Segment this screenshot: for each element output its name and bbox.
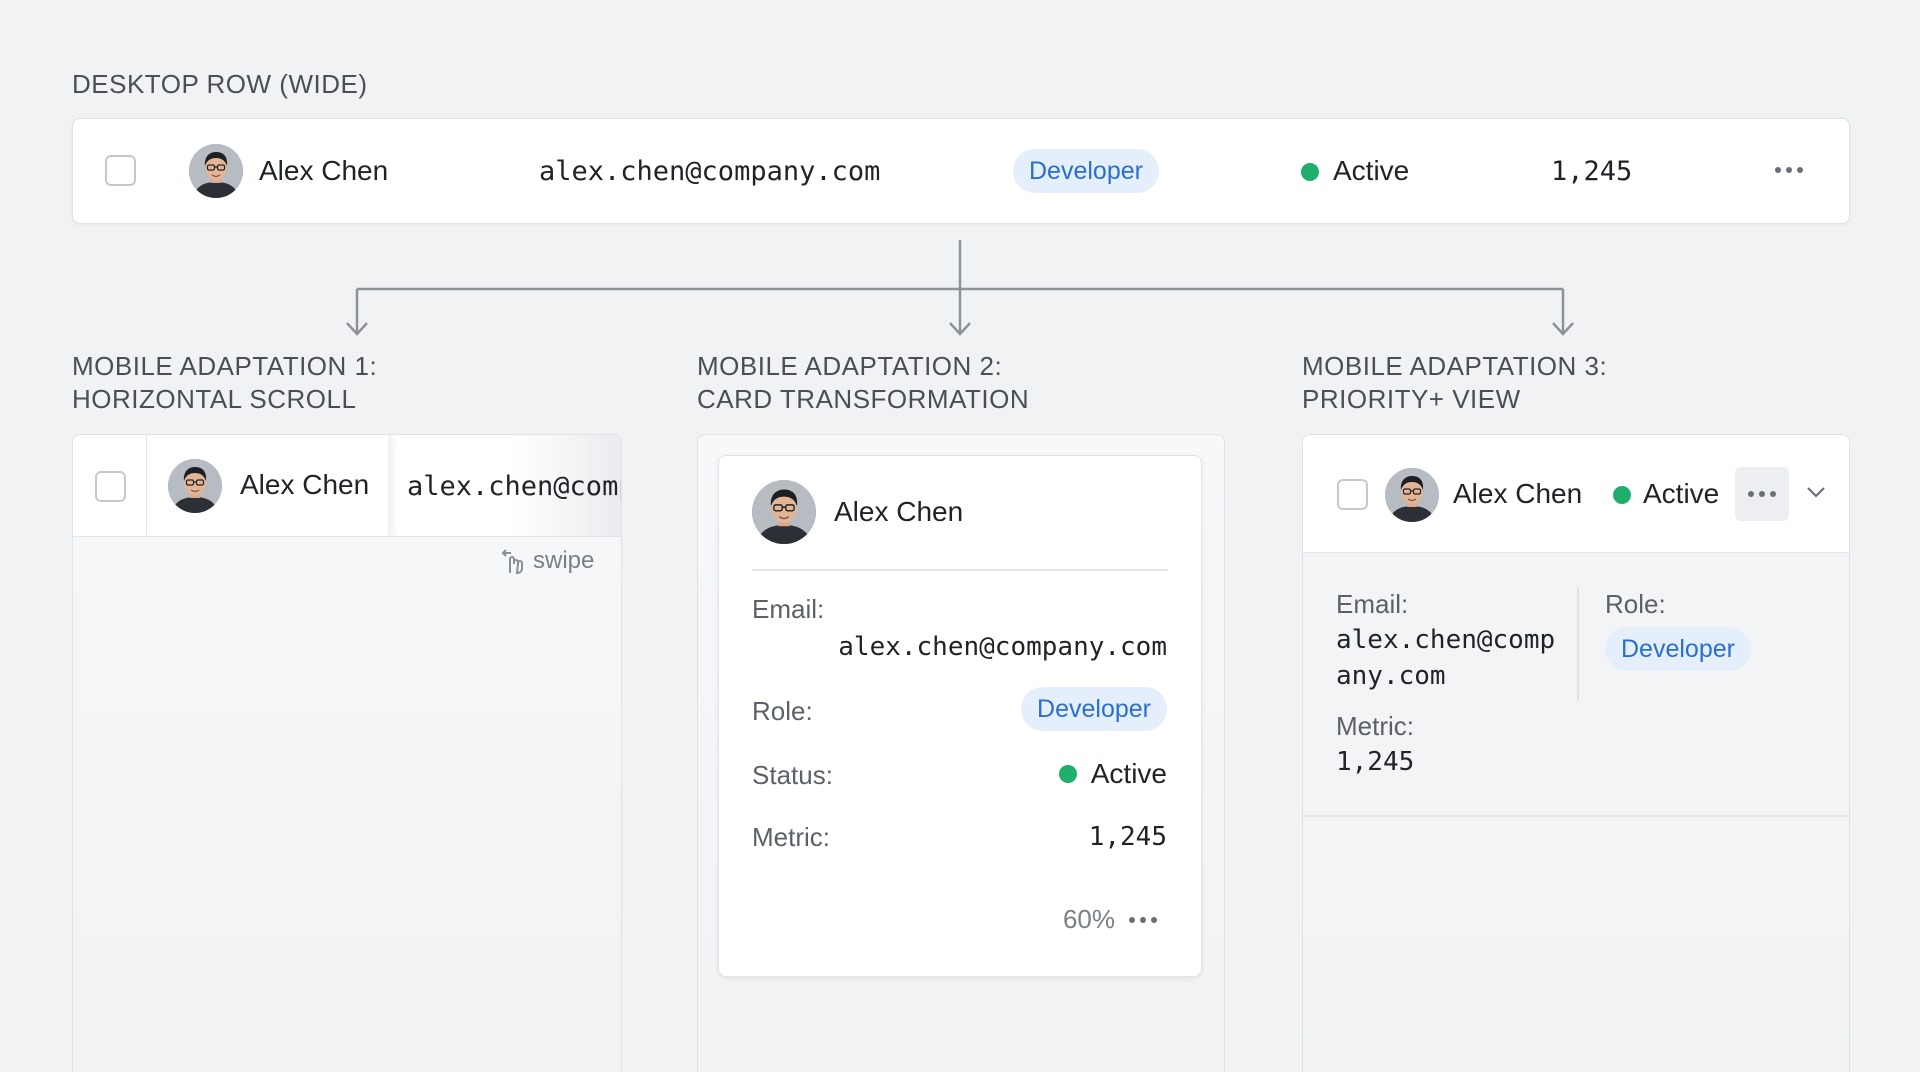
mobile1-section-sublabel: HORIZONTAL SCROLL: [72, 384, 357, 414]
mobile3-section-sublabel: PRIORITY+ VIEW: [1302, 384, 1521, 414]
sticky-checkbox-cell: [73, 435, 147, 536]
priority-row[interactable]: Alex Chen Active: [1303, 435, 1849, 553]
mobile2-panel: Alex Chen Email: alex.chen@company.com R…: [697, 434, 1225, 1072]
status-dot-icon: [1301, 163, 1319, 181]
metric-label: Metric:: [752, 822, 830, 852]
desktop-row-checkbox[interactable]: [105, 155, 136, 186]
mobile1-section-label: MOBILE ADAPTATION 1:: [72, 351, 378, 381]
divider: [752, 569, 1168, 571]
expanded-details: Email: alex.chen@comp any.com Metric: 1,…: [1303, 553, 1849, 817]
role-badge: Developer: [1605, 627, 1751, 671]
details-divider: [1577, 587, 1579, 701]
row-checkbox[interactable]: [95, 471, 126, 502]
user-name: Alex Chen: [834, 496, 964, 527]
sticky-name-cell: Alex Chen: [148, 435, 388, 536]
user-card[interactable]: Alex Chen Email: alex.chen@company.com R…: [718, 455, 1202, 977]
status-text: Active: [1090, 758, 1167, 789]
metric-label: Metric:: [1336, 711, 1414, 741]
swipe-hint: swipe: [501, 547, 594, 575]
avatar: [1385, 468, 1439, 522]
desktop-row[interactable]: Alex Chen alex.chen@company.com Develope…: [72, 118, 1850, 224]
metric-value: 1,245: [1336, 747, 1415, 777]
avatar: [752, 480, 816, 544]
status-label: Status:: [752, 760, 833, 790]
status-dot-icon: [1058, 765, 1077, 783]
mobile3-section-label: MOBILE ADAPTATION 3:: [1302, 351, 1608, 381]
metric-value: 1,245: [1551, 156, 1633, 187]
status-dot-icon: [1613, 486, 1631, 504]
user-name: Alex Chen: [1453, 478, 1583, 509]
card-footer: 60%: [1063, 904, 1157, 935]
role-label: Role:: [1605, 589, 1666, 619]
status-text: Active: [1333, 155, 1410, 186]
mobile1-panel: Alex Chen alex.chen@comp swipe: [72, 434, 622, 1072]
progress-text: 60%: [1062, 904, 1115, 934]
mobile3-panel: Alex Chen Active Email: alex.chen@comp a…: [1302, 434, 1850, 1072]
status-text: Active: [1643, 478, 1720, 509]
metric-value: 1,245: [1088, 822, 1167, 852]
email-label: Email:: [1336, 589, 1409, 619]
user-email: alex.chen@company.com: [539, 156, 881, 187]
user-name: Alex Chen: [259, 155, 389, 186]
status-indicator: Active: [1058, 758, 1167, 790]
hand-swipe-icon: [501, 549, 523, 575]
desktop-section-label: DESKTOP ROW (WIDE): [72, 69, 368, 99]
avatar: [189, 144, 243, 198]
user-email-line2: any.com: [1336, 661, 1446, 691]
scroll-row[interactable]: Alex Chen alex.chen@comp: [73, 435, 621, 537]
more-button[interactable]: [1735, 467, 1789, 521]
mobile2-section-label: MOBILE ADAPTATION 2:: [697, 351, 1003, 381]
more-horizontal-icon[interactable]: [1129, 916, 1157, 923]
role-badge: Developer: [1021, 687, 1167, 731]
role-badge: Developer: [1013, 149, 1159, 193]
swipe-label: swipe: [533, 547, 595, 574]
user-email-line1: alex.chen@comp: [1336, 625, 1556, 655]
user-email: alex.chen@company.com: [838, 632, 1167, 662]
user-name: Alex Chen: [240, 469, 370, 500]
user-email-partial: alex.chen@comp: [407, 471, 621, 502]
row-checkbox[interactable]: [1337, 479, 1368, 510]
avatar: [168, 459, 222, 513]
connector-arrows: [346, 240, 1574, 336]
mobile2-section-sublabel: CARD TRANSFORMATION: [697, 384, 1030, 414]
more-horizontal-icon: [1748, 491, 1776, 497]
more-horizontal-icon[interactable]: [1775, 167, 1803, 173]
email-label: Email:: [752, 594, 825, 624]
role-label: Role:: [752, 696, 813, 726]
chevron-down-icon[interactable]: [1805, 484, 1827, 500]
